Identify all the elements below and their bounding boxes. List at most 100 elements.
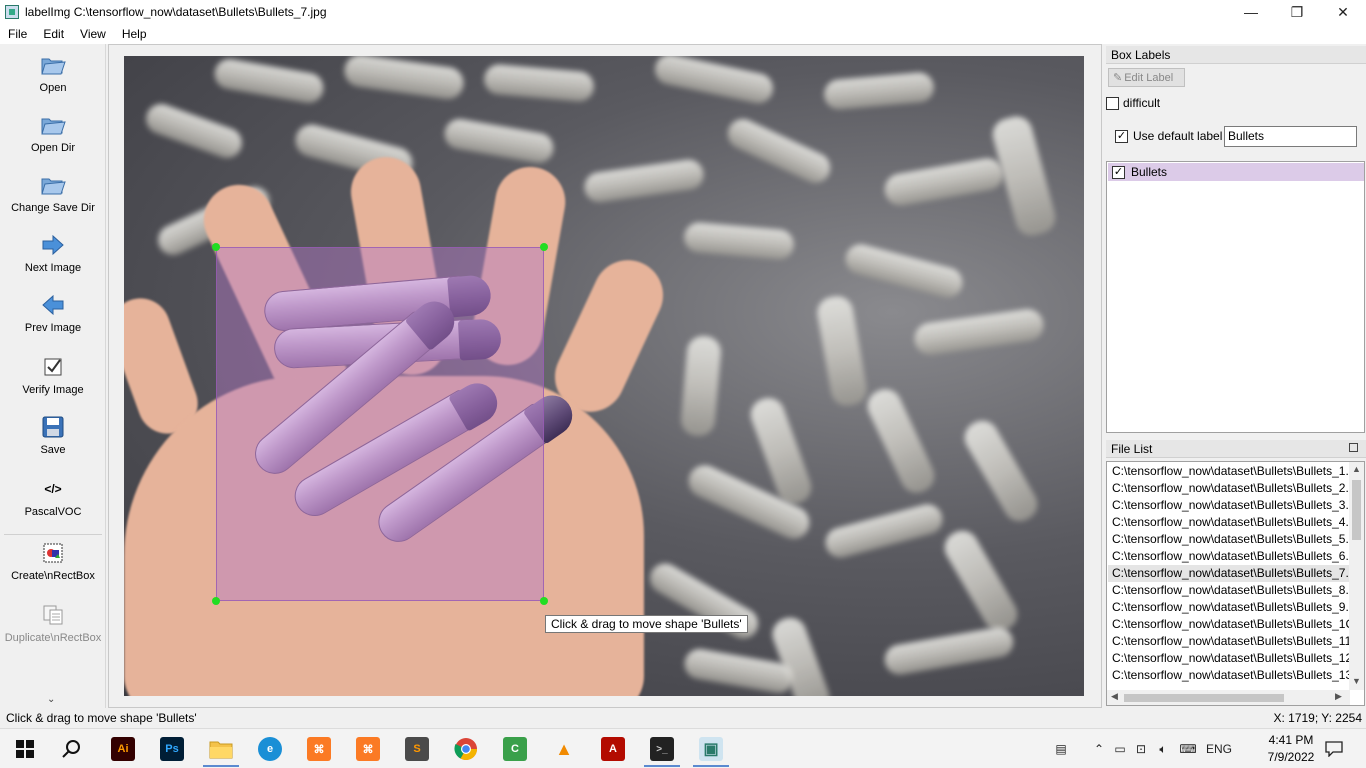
use-default-label-checkbox[interactable]: ✓ — [1115, 129, 1128, 143]
photoshop-icon[interactable]: Ps — [160, 737, 184, 761]
file-list-item[interactable]: C:\tensorflow_now\dataset\Bullets\Bullet… — [1108, 616, 1350, 633]
folder-icon — [40, 112, 66, 138]
prev-image-button[interactable]: Prev Image — [0, 292, 106, 334]
difficult-checkbox[interactable] — [1106, 96, 1119, 110]
terminal-icon[interactable]: >_ — [650, 737, 674, 761]
active-app-indicator — [693, 765, 729, 767]
next-image-button[interactable]: Next Image — [0, 232, 106, 274]
difficult-row: difficult — [1106, 96, 1160, 110]
camtasia-icon[interactable]: C — [503, 737, 527, 761]
toolbar-extension-chevron-icon[interactable]: ⌄ — [47, 694, 55, 705]
edit-label-button[interactable]: ✎ Edit Label — [1108, 68, 1185, 87]
windows-start-icon[interactable] — [13, 737, 37, 761]
cursor-coordinates: X: 1719; Y: 2254 — [1273, 711, 1362, 725]
menu-help[interactable]: Help — [114, 27, 155, 41]
file-list-item[interactable]: C:\tensorflow_now\dataset\Bullets\Bullet… — [1108, 548, 1350, 565]
menu-file[interactable]: File — [0, 27, 35, 41]
news-widget-icon[interactable]: ▤ — [1048, 742, 1074, 756]
xampp-icon[interactable]: ⌘ — [356, 737, 380, 761]
taskbar-clock[interactable]: 4:41 PM 7/9/2022 — [1256, 732, 1326, 766]
bbox-handle-bottom-right[interactable] — [540, 597, 548, 605]
file-list-item[interactable]: C:\tensorflow_now\dataset\Bullets\Bullet… — [1108, 633, 1350, 650]
keyboard-icon[interactable]: ⌨ — [1174, 742, 1202, 756]
code-icon: </> — [44, 482, 62, 496]
notification-icon[interactable] — [1322, 737, 1346, 761]
search-icon[interactable] — [60, 737, 84, 761]
default-label-input[interactable]: Bullets — [1224, 126, 1357, 147]
undock-icon[interactable] — [1349, 443, 1358, 452]
create-rectbox-button[interactable]: Create\nRectBox — [0, 540, 106, 582]
label-list-item[interactable]: ✓ Bullets — [1108, 163, 1364, 181]
box-labels-header: Box Labels — [1106, 46, 1366, 64]
chrome-icon[interactable] — [454, 737, 478, 761]
scroll-down-icon[interactable]: ▼ — [1352, 676, 1361, 686]
bbox-handle-bottom-left[interactable] — [212, 597, 220, 605]
file-list-item[interactable]: C:\tensorflow_now\dataset\Bullets\Bullet… — [1108, 531, 1350, 548]
scroll-left-icon[interactable]: ◀ — [1111, 691, 1118, 702]
labelimg-taskbar-icon[interactable]: ▣ — [699, 737, 723, 761]
duplicate-rectbox-button[interactable]: Duplicate\nRectBox — [0, 602, 106, 644]
bbox-handle-top-right[interactable] — [540, 243, 548, 251]
acrobat-icon[interactable]: A — [601, 737, 625, 761]
file-list-horizontal-scrollbar[interactable]: ◀ ▶ — [1107, 690, 1350, 705]
minimize-button[interactable]: — — [1228, 0, 1274, 24]
label-visibility-checkbox[interactable]: ✓ — [1112, 165, 1125, 179]
close-button[interactable]: ✕ — [1320, 0, 1366, 24]
format-toggle-button[interactable]: </> PascalVOC — [0, 476, 106, 518]
bounding-box-bullets[interactable] — [216, 247, 544, 601]
file-list-item[interactable]: C:\tensorflow_now\dataset\Bullets\Bullet… — [1108, 497, 1350, 514]
change-save-dir-button[interactable]: Change Save Dir — [0, 172, 106, 214]
shape-tooltip: Click & drag to move shape 'Bullets' — [545, 615, 748, 633]
label-list[interactable]: ✓ Bullets — [1106, 161, 1365, 433]
xampp-icon[interactable]: ⌘ — [307, 737, 331, 761]
open-dir-label: Open Dir — [30, 142, 76, 154]
open-button[interactable]: Open — [0, 52, 106, 94]
file-list-item[interactable]: C:\tensorflow_now\dataset\Bullets\Bullet… — [1108, 582, 1350, 599]
left-toolbar: Open Open Dir Change Save Dir Next Image… — [0, 44, 106, 708]
menu-edit[interactable]: Edit — [35, 27, 72, 41]
change-save-dir-label: Change Save Dir — [11, 202, 95, 214]
active-app-indicator — [644, 765, 680, 767]
file-list-item[interactable]: C:\tensorflow_now\dataset\Bullets\Bullet… — [1108, 463, 1350, 480]
file-list-item-selected[interactable]: C:\tensorflow_now\dataset\Bullets\Bullet… — [1108, 565, 1350, 582]
use-default-label-row: ✓ Use default label — [1115, 129, 1222, 143]
prev-image-label: Prev Image — [24, 322, 82, 334]
file-list[interactable]: C:\tensorflow_now\dataset\Bullets\Bullet… — [1106, 461, 1365, 706]
open-dir-button[interactable]: Open Dir — [0, 112, 106, 154]
battery-icon[interactable]: ▭ — [1110, 742, 1130, 756]
vertical-scroll-thumb[interactable] — [1352, 480, 1361, 540]
file-list-title: File List — [1111, 442, 1153, 456]
horizontal-scroll-thumb[interactable] — [1124, 694, 1284, 702]
volume-icon[interactable]: 🔈︎ — [1152, 742, 1174, 757]
illustrator-icon[interactable]: Ai — [111, 737, 135, 761]
chevron-up-icon[interactable]: ⌃ — [1088, 742, 1110, 756]
language-indicator[interactable]: ENG — [1202, 742, 1236, 756]
menu-view[interactable]: View — [72, 27, 114, 41]
sublime-text-icon[interactable]: S — [405, 737, 429, 761]
file-list-item[interactable]: C:\tensorflow_now\dataset\Bullets\Bullet… — [1108, 599, 1350, 616]
save-button[interactable]: Save — [0, 414, 106, 456]
file-list-item[interactable]: C:\tensorflow_now\dataset\Bullets\Bullet… — [1108, 514, 1350, 531]
duplicate-rectbox-label: Duplicate\nRectBox — [4, 632, 102, 644]
verify-image-button[interactable]: Verify Image — [0, 354, 106, 396]
scroll-right-icon[interactable]: ▶ — [1335, 691, 1342, 702]
create-rectbox-label: Create\nRectBox — [11, 570, 95, 582]
checkmark-icon — [40, 354, 66, 380]
toolbar-divider — [4, 534, 102, 535]
file-list-item[interactable]: C:\tensorflow_now\dataset\Bullets\Bullet… — [1108, 667, 1350, 684]
difficult-label: difficult — [1123, 96, 1161, 110]
file-list-item[interactable]: C:\tensorflow_now\dataset\Bullets\Bullet… — [1108, 650, 1350, 667]
floppy-disk-icon — [40, 414, 66, 440]
bbox-handle-top-left[interactable] — [212, 243, 220, 251]
folder-icon — [40, 52, 66, 78]
network-icon[interactable]: ⊡ — [1130, 742, 1152, 756]
scroll-up-icon[interactable]: ▲ — [1352, 464, 1361, 474]
next-image-label: Next Image — [24, 262, 82, 274]
vlc-icon[interactable]: ▲ — [552, 737, 576, 761]
file-explorer-icon[interactable] — [209, 737, 233, 761]
file-list-item[interactable]: C:\tensorflow_now\dataset\Bullets\Bullet… — [1108, 480, 1350, 497]
file-list-vertical-scrollbar[interactable]: ▲ ▼ — [1349, 462, 1364, 690]
edge-icon[interactable]: e — [258, 737, 282, 761]
restore-button[interactable]: ❐ — [1274, 0, 1320, 24]
use-default-label-text: Use default label — [1133, 129, 1223, 143]
